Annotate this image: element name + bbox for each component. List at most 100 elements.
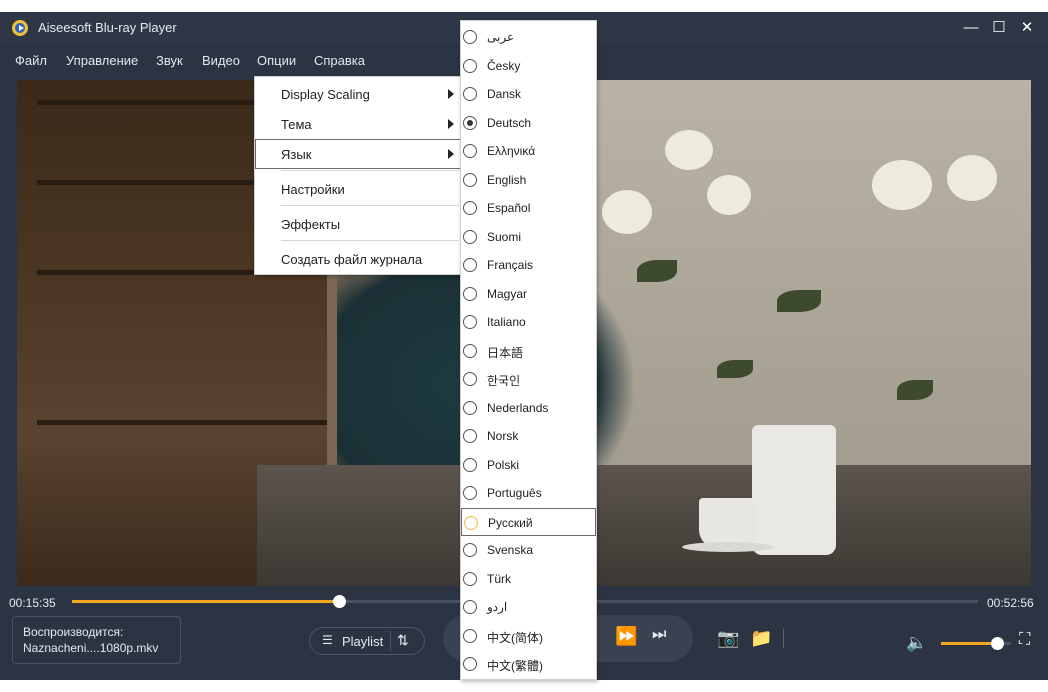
language-item-label: 日本語: [487, 345, 524, 360]
radio-unchecked-icon: [463, 58, 477, 73]
language-item-label: Français: [487, 258, 534, 272]
menu-file[interactable]: Файл: [15, 53, 47, 68]
options-item-preferences[interactable]: Настройки: [255, 174, 461, 204]
options-item-label: Тема: [281, 117, 312, 132]
language-item-turkish[interactable]: Türk: [461, 565, 596, 593]
language-item-urdu[interactable]: اردو: [461, 593, 596, 621]
language-item-finnish[interactable]: Suomi: [461, 223, 596, 251]
language-item-label: Svenska: [487, 543, 534, 557]
menu-audio[interactable]: Звук: [156, 53, 183, 68]
language-menu: عربى Česky Dansk Deutsch Ελληνικά English Espa…: [460, 20, 597, 680]
video-table: [257, 465, 1031, 586]
radio-unchecked-icon: [463, 258, 477, 272]
open-folder-icon[interactable]: 📁: [750, 628, 772, 649]
language-item-czech[interactable]: Česky: [461, 52, 596, 80]
radio-unchecked-icon: [463, 172, 477, 187]
language-item-label: اردو: [487, 600, 508, 614]
fast-forward-icon[interactable]: ⏩: [615, 626, 637, 647]
submenu-arrow-icon: [448, 149, 454, 159]
language-item-label: 한국인: [487, 374, 521, 388]
language-item-label: Deutsch: [487, 115, 532, 130]
radio-unchecked-icon: [463, 657, 477, 671]
radio-unchecked-icon: [463, 429, 477, 443]
radio-unchecked-icon: [463, 87, 477, 101]
language-item-italian[interactable]: Italiano: [461, 308, 596, 336]
options-item-label: Display Scaling: [281, 87, 370, 102]
radio-unchecked-icon: [463, 457, 477, 472]
language-item-arabic[interactable]: عربى: [461, 23, 596, 51]
submenu-arrow-icon: [448, 89, 454, 99]
menu-video[interactable]: Видео: [202, 53, 240, 68]
language-item-japanese[interactable]: 日本語: [461, 337, 596, 365]
total-duration: 00:52:56: [987, 596, 1034, 610]
app-logo-icon: [12, 20, 28, 36]
radio-unchecked-icon: [463, 343, 477, 358]
language-item-label: 中文(繁體): [487, 659, 543, 673]
language-item-chinese-simplified[interactable]: 中文(简体): [461, 622, 596, 650]
maximize-button[interactable]: ☐: [988, 18, 1010, 38]
sort-order-icon[interactable]: ⇅: [397, 632, 409, 649]
radio-unchecked-icon: [463, 229, 477, 244]
language-item-label: Русский: [488, 515, 533, 530]
playlist-toggle[interactable]: ☰ Playlist ⇅: [309, 627, 425, 655]
radio-unchecked-icon: [463, 600, 477, 614]
language-item-label: Suomi: [487, 229, 522, 244]
progress-handle[interactable]: [333, 595, 347, 608]
language-item-french[interactable]: Français: [461, 251, 596, 279]
language-item-label: عربى: [487, 30, 515, 44]
playlist-label: Playlist: [342, 634, 384, 649]
language-item-chinese-traditional[interactable]: 中文(繁體): [461, 650, 596, 678]
options-item-theme[interactable]: Тема: [255, 109, 461, 139]
elapsed-time: 00:15:35: [9, 596, 56, 610]
language-item-dutch[interactable]: Nederlands: [461, 394, 596, 422]
language-item-korean[interactable]: 한국인: [461, 365, 596, 393]
volume-fill: [941, 642, 997, 645]
language-item-swedish[interactable]: Svenska: [461, 536, 596, 564]
radio-unchecked-icon: [463, 543, 477, 557]
progress-fill: [72, 600, 340, 603]
language-item-norwegian[interactable]: Norsk: [461, 422, 596, 450]
menu-options[interactable]: Опции: [257, 53, 296, 68]
options-item-label: Эффекты: [281, 217, 341, 232]
options-item-language[interactable]: Язык: [255, 139, 461, 169]
language-item-greek[interactable]: Ελληνικά: [461, 137, 596, 165]
language-item-english[interactable]: English: [461, 166, 596, 194]
radio-unchecked-icon: [463, 315, 477, 329]
options-item-display-scaling[interactable]: Display Scaling: [255, 79, 461, 109]
fullscreen-icon[interactable]: ⛶: [1019, 631, 1030, 649]
now-playing-label: Воспроизводится:: [23, 625, 124, 639]
minimize-button[interactable]: —: [960, 18, 982, 38]
radio-unchecked-icon: [463, 486, 477, 500]
language-item-label: Español: [487, 201, 531, 215]
volume-slider[interactable]: [941, 637, 1011, 650]
volume-handle[interactable]: [991, 637, 1004, 650]
now-playing-box: Воспроизводится: Naznacheni....1080p.mkv: [12, 616, 181, 664]
options-item-effects[interactable]: Эффекты: [255, 209, 461, 239]
menu-help[interactable]: Справка: [314, 53, 365, 68]
language-item-russian[interactable]: Русский: [461, 507, 596, 536]
language-item-german[interactable]: Deutsch: [461, 109, 596, 137]
radio-unchecked-icon: [463, 372, 477, 386]
language-item-label: Norsk: [487, 429, 519, 443]
volume-icon[interactable]: 🔈: [906, 633, 927, 653]
radio-unchecked-icon: [463, 286, 477, 301]
next-track-icon[interactable]: ⏭: [652, 626, 666, 644]
language-item-spanish[interactable]: Español: [461, 194, 596, 222]
language-item-polish[interactable]: Polski: [461, 451, 596, 479]
submenu-arrow-icon: [448, 119, 454, 129]
language-item-danish[interactable]: Dansk: [461, 80, 596, 108]
radio-unchecked-icon: [463, 400, 477, 415]
options-item-create-log[interactable]: Создать файл журнала: [255, 244, 461, 274]
language-item-portuguese[interactable]: Português: [461, 479, 596, 507]
menu-control[interactable]: Управление: [66, 53, 138, 68]
language-item-label: Dansk: [487, 87, 522, 101]
video-cup: [699, 498, 757, 548]
close-button[interactable]: ✕: [1016, 18, 1038, 38]
snapshot-camera-icon[interactable]: 📷: [717, 628, 739, 649]
language-item-label: Česky: [487, 58, 521, 73]
radio-unchecked-icon: [464, 515, 478, 530]
radio-unchecked-icon: [463, 30, 477, 44]
language-item-hungarian[interactable]: Magyar: [461, 280, 596, 308]
language-item-label: 中文(简体): [487, 630, 543, 645]
options-item-label: Настройки: [281, 182, 345, 197]
